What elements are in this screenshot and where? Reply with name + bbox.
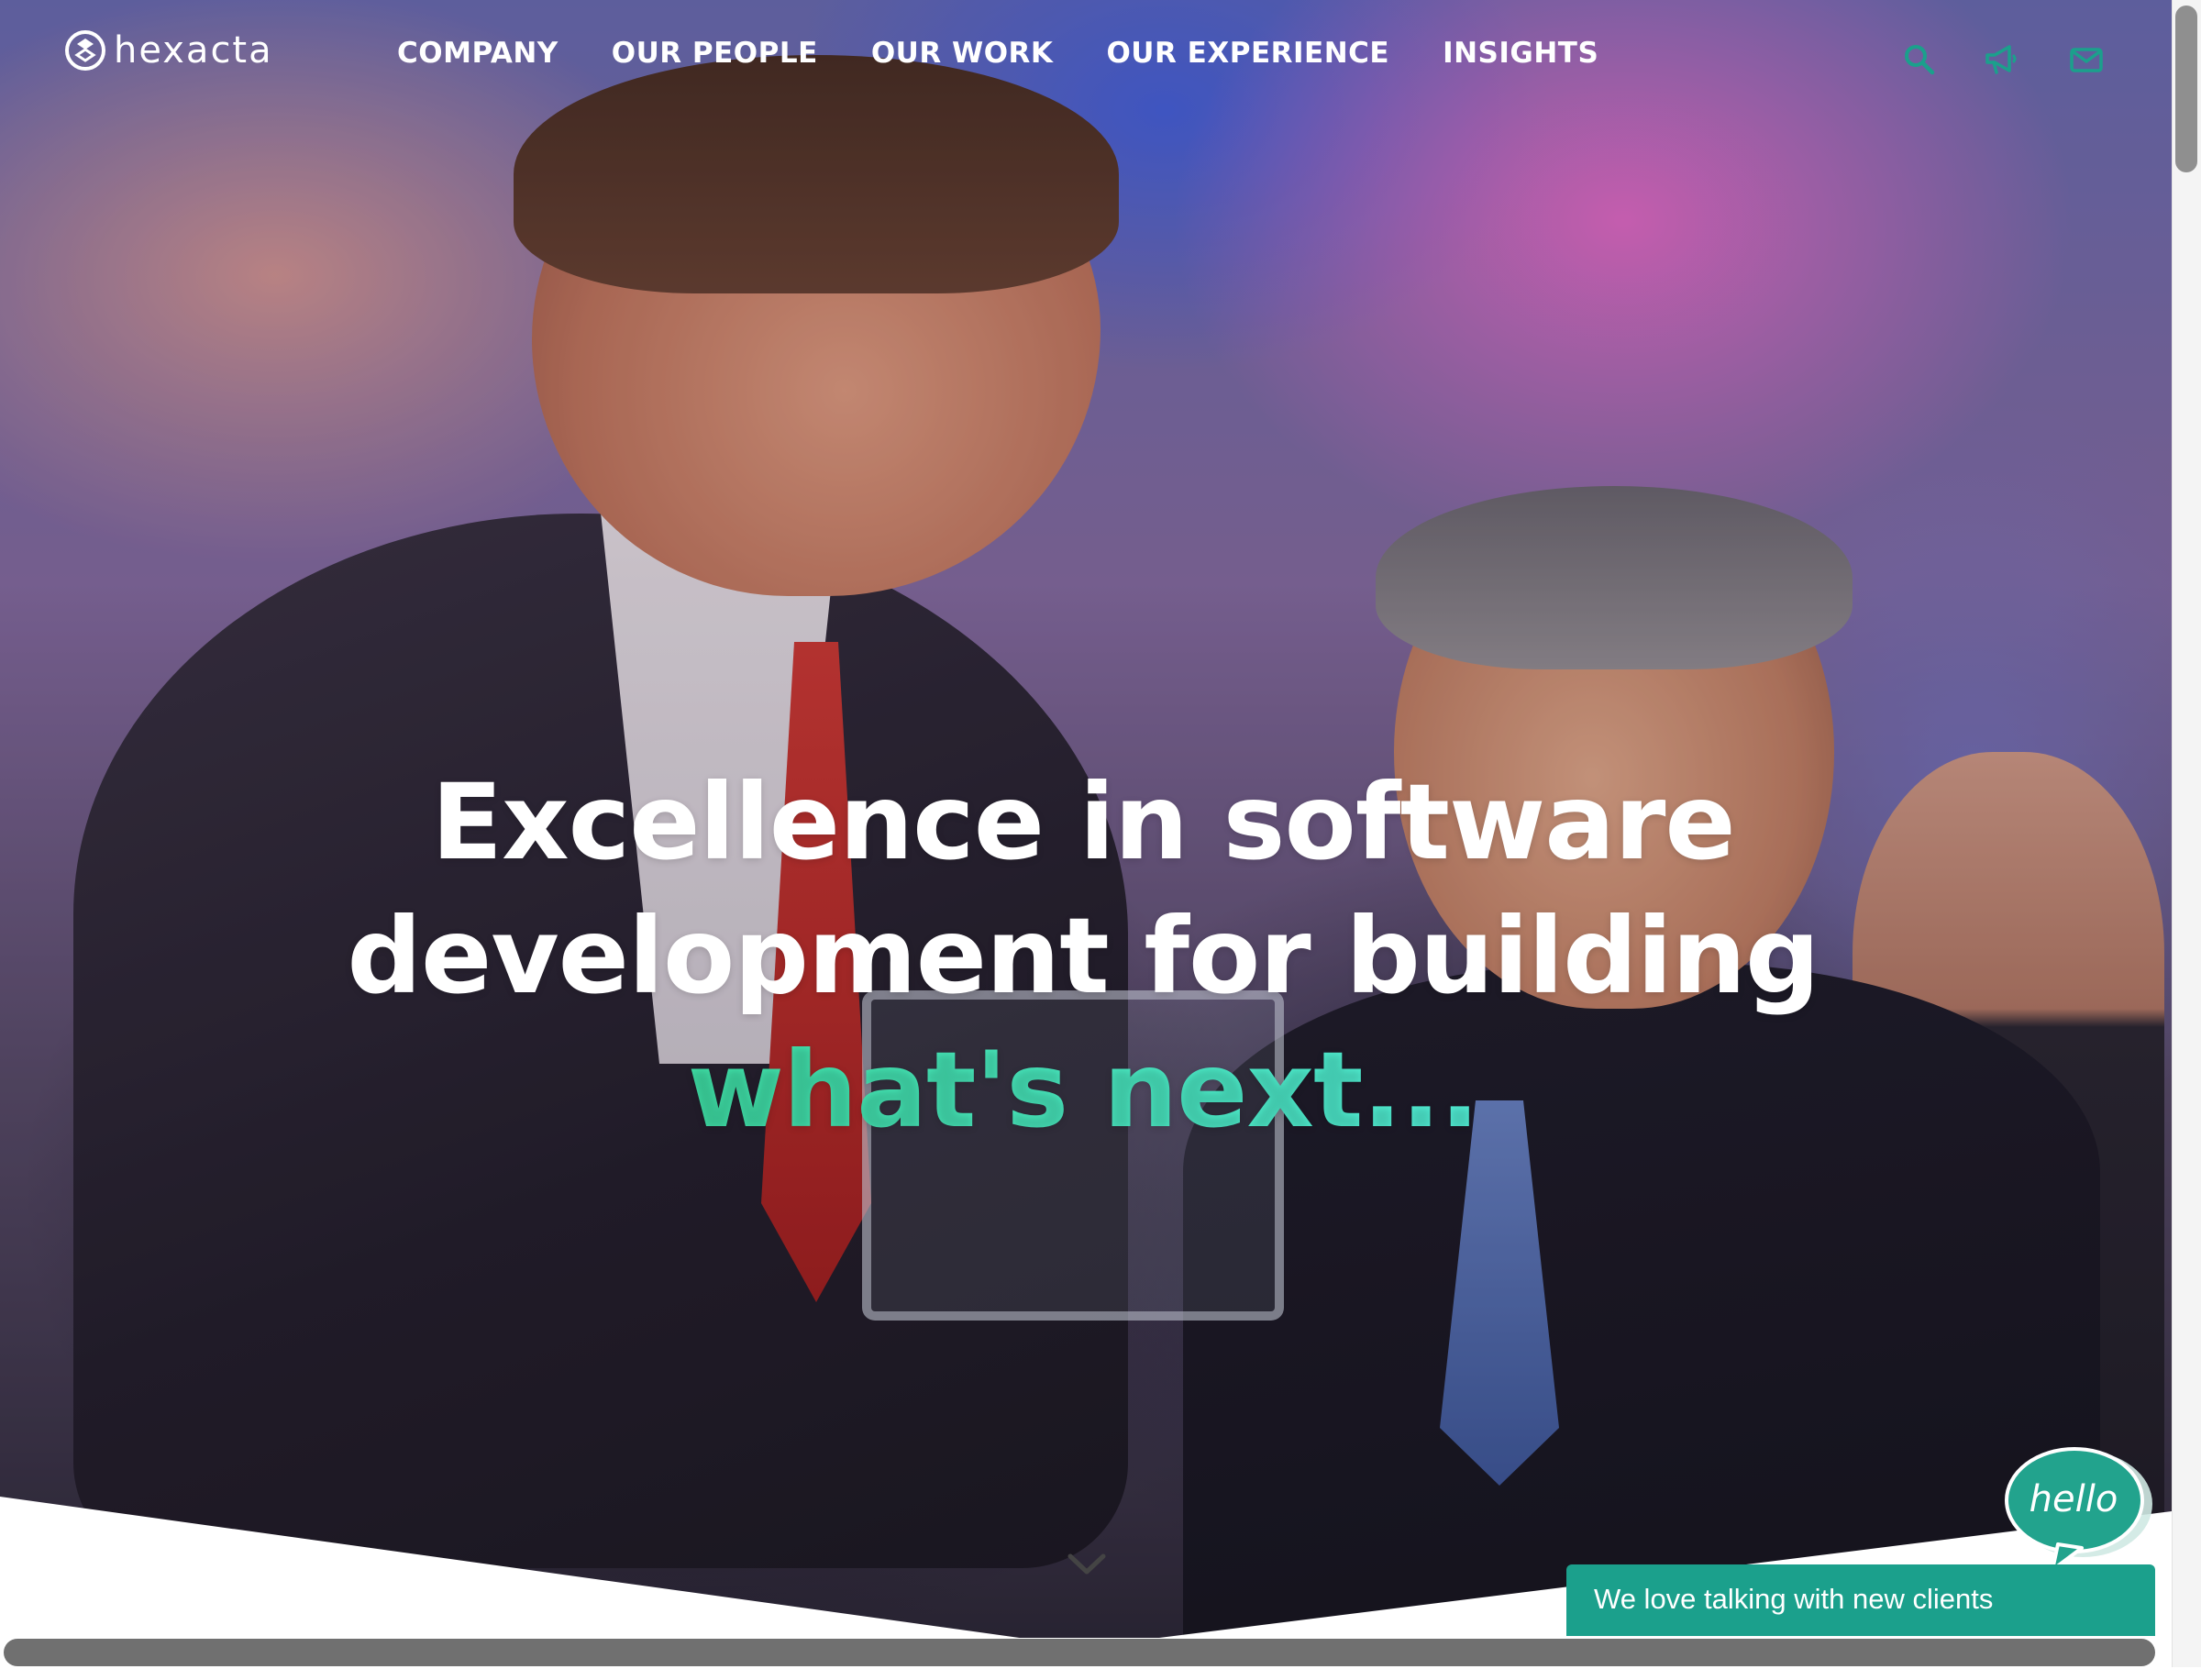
chat-launcher-bar[interactable]: We love talking with new clients (1566, 1564, 2155, 1636)
chat-hello-text: hello (2029, 1478, 2118, 1520)
nav-item-our-work[interactable]: OUR WORK (871, 37, 1054, 70)
logo-text: hexacta (114, 29, 273, 72)
vertical-scrollbar-thumb[interactable] (2175, 6, 2197, 172)
hero-headline-line-2: development for building (347, 895, 1819, 1018)
main-nav: COMPANY OUR PEOPLE OUR WORK OUR EXPERIEN… (397, 37, 1598, 70)
logo[interactable]: hexacta (64, 28, 273, 73)
nav-item-insights[interactable]: INSIGHTS (1443, 37, 1598, 70)
nav-item-our-people[interactable]: OUR PEOPLE (612, 37, 818, 70)
hero-headline-accent: what's next... (687, 1029, 1480, 1152)
chat-launcher-label: We love talking with new clients (1594, 1583, 1994, 1615)
mail-icon[interactable] (2069, 42, 2104, 77)
site-header: hexacta COMPANY OUR PEOPLE OUR WORK OUR … (0, 0, 2172, 119)
logo-mark-icon (65, 30, 105, 71)
chevron-down-icon[interactable] (1066, 1548, 1108, 1579)
nav-item-company[interactable]: COMPANY (397, 37, 559, 70)
hero-headline-line-1: Excellence in software (431, 761, 1735, 884)
nav-item-our-experience[interactable]: OUR EXPERIENCE (1106, 37, 1389, 70)
chat-hello-bubble[interactable]: hello (2005, 1445, 2157, 1574)
search-icon[interactable] (1902, 42, 1937, 77)
horizontal-scrollbar-thumb[interactable] (4, 1639, 2155, 1666)
vertical-scrollbar-track (2172, 0, 2201, 1667)
hero-headline: Excellence in software development for b… (169, 756, 1997, 1157)
megaphone-icon[interactable] (1984, 42, 2019, 77)
